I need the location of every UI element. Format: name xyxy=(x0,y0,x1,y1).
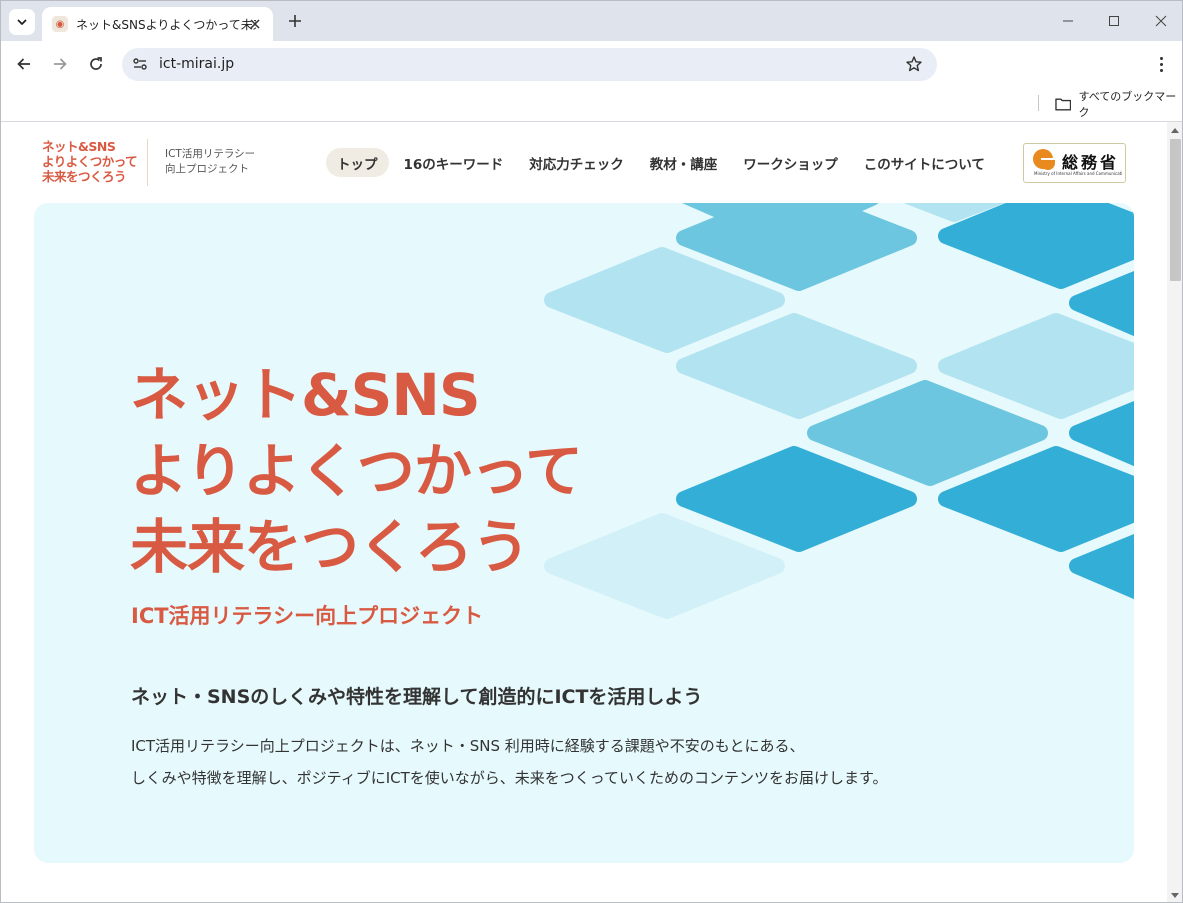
close-tab-icon[interactable] xyxy=(247,16,263,32)
tab-strip: ◉ ネット&SNSよりよくつかって未来をつくろう xyxy=(1,1,1182,41)
maximize-icon xyxy=(1109,16,1119,26)
pattern-tile xyxy=(676,446,917,552)
chevron-down-icon xyxy=(17,19,27,25)
ministry-name: 総務省 xyxy=(1062,153,1120,172)
reload-icon xyxy=(90,57,102,70)
url-text: ict-mirai.jp xyxy=(159,56,235,72)
pattern-tile xyxy=(938,313,1134,419)
logo-subtitle: ICT活用リテラシー 向上プロジェクト xyxy=(165,147,255,177)
nav-item-top[interactable]: トップ xyxy=(326,148,389,177)
plus-icon xyxy=(289,15,301,27)
bookmarks-bar: すべてのブックマーク xyxy=(1,88,1182,122)
pattern-tiles xyxy=(544,203,1134,619)
hero-subtitle: ICT活用リテラシー向上プロジェクト xyxy=(131,604,484,628)
tab-search-button[interactable] xyxy=(9,9,35,35)
nav-item-materials-courses[interactable]: 教材・講座 xyxy=(639,148,729,177)
minimize-icon xyxy=(1063,20,1073,22)
logo-line: よりよくつかって xyxy=(42,154,138,169)
address-bar[interactable]: ict-mirai.jp xyxy=(122,48,937,81)
hero-title: ネット&SNS よりよくつかって 未来をつくろう xyxy=(130,357,583,585)
browser-window: ◉ ネット&SNSよりよくつかって未来をつくろう xyxy=(0,0,1183,903)
logo-divider xyxy=(147,139,148,186)
maximize-button[interactable] xyxy=(1104,11,1124,31)
scrollbar-thumb[interactable] xyxy=(1170,139,1181,281)
bookmarks-separator xyxy=(1038,95,1039,111)
nav-item-response-check[interactable]: 対応力チェック xyxy=(518,148,635,177)
all-bookmarks-label: すべてのブックマーク xyxy=(1078,90,1177,119)
bookmark-star-icon[interactable] xyxy=(905,55,923,73)
pattern-tile xyxy=(676,313,917,419)
close-window-button[interactable] xyxy=(1151,11,1171,31)
hero-lead: ネット・SNSのしくみや特性を理解して創造的にICTを活用しよう xyxy=(131,686,703,708)
forward-button[interactable] xyxy=(49,53,71,75)
browser-tab-active[interactable]: ◉ ネット&SNSよりよくつかって未来をつくろう xyxy=(42,7,273,41)
page-scrollbar[interactable] xyxy=(1167,122,1182,902)
arrow-left-icon xyxy=(17,58,30,70)
arrow-right-icon xyxy=(54,58,67,70)
back-button[interactable] xyxy=(13,53,35,75)
new-tab-button[interactable] xyxy=(285,11,305,31)
reload-button[interactable] xyxy=(85,53,107,75)
minimize-button[interactable] xyxy=(1058,11,1078,31)
web-page: ネット&SNS よりよくつかって 未来をつくろう ICT活用リテラシー 向上プロ… xyxy=(1,122,1167,902)
site-settings-icon[interactable] xyxy=(132,56,148,72)
hero-title-line: ネット&SNS xyxy=(130,361,481,429)
nav-item-workshop[interactable]: ワークショップ xyxy=(732,148,849,177)
pattern-tile xyxy=(544,513,785,619)
hero-description-line: ICT活用リテラシー向上プロジェクトは、ネット・SNS 利用時に経験する課題や不… xyxy=(131,737,805,755)
hero-description-line: しくみや特徴を理解し、ポジティブにICTを使いながら、未来をつくっていくためのコ… xyxy=(131,769,888,787)
ministry-emblem-icon xyxy=(1033,149,1055,170)
hero-title-line: よりよくつかって xyxy=(130,437,583,505)
hero-description: ICT活用リテラシー向上プロジェクトは、ネット・SNS 利用時に経験する課題や不… xyxy=(131,730,888,794)
logo-subtitle-line: ICT活用リテラシー xyxy=(165,148,256,160)
menu-dot-icon xyxy=(1159,68,1163,72)
ministry-english-name: Ministry of Internal Affairs and Communi… xyxy=(1034,171,1122,176)
browser-menu-button[interactable] xyxy=(1151,54,1171,74)
site-favicon-icon: ◉ xyxy=(52,16,68,32)
nav-item-16-keywords[interactable]: 16のキーワード xyxy=(393,148,515,177)
hero-section: ネット&SNS よりよくつかって 未来をつくろう ICT活用リテラシー向上プロジ… xyxy=(34,203,1134,863)
hero-title-line: 未来をつくろう xyxy=(130,513,530,581)
pattern-tile xyxy=(807,380,1048,486)
logo-subtitle-line: 向上プロジェクト xyxy=(165,163,249,175)
logo-line: ネット&SNS xyxy=(42,139,116,154)
scroll-up-arrow-icon[interactable] xyxy=(1171,128,1179,133)
folder-icon xyxy=(1055,98,1072,111)
scroll-down-arrow-icon[interactable] xyxy=(1171,893,1179,898)
close-icon xyxy=(1155,15,1167,27)
site-navigation: トップ 16のキーワード 対応力チェック 教材・講座 ワークショップ このサイト… xyxy=(326,148,1000,177)
nav-item-about-site[interactable]: このサイトについて xyxy=(853,148,996,177)
site-logo[interactable]: ネット&SNS よりよくつかって 未来をつくろう xyxy=(42,139,138,184)
menu-dot-icon xyxy=(1159,62,1163,66)
ministry-logo-link[interactable]: 総務省 Ministry of Internal Affairs and Com… xyxy=(1023,143,1126,183)
logo-line: 未来をつくろう xyxy=(42,169,127,184)
browser-toolbar: ict-mirai.jp xyxy=(1,41,1182,88)
menu-dot-icon xyxy=(1159,56,1163,60)
all-bookmarks-button[interactable]: すべてのブックマーク xyxy=(1055,90,1182,119)
tab-title: ネット&SNSよりよくつかって未来をつくろう xyxy=(76,17,256,32)
